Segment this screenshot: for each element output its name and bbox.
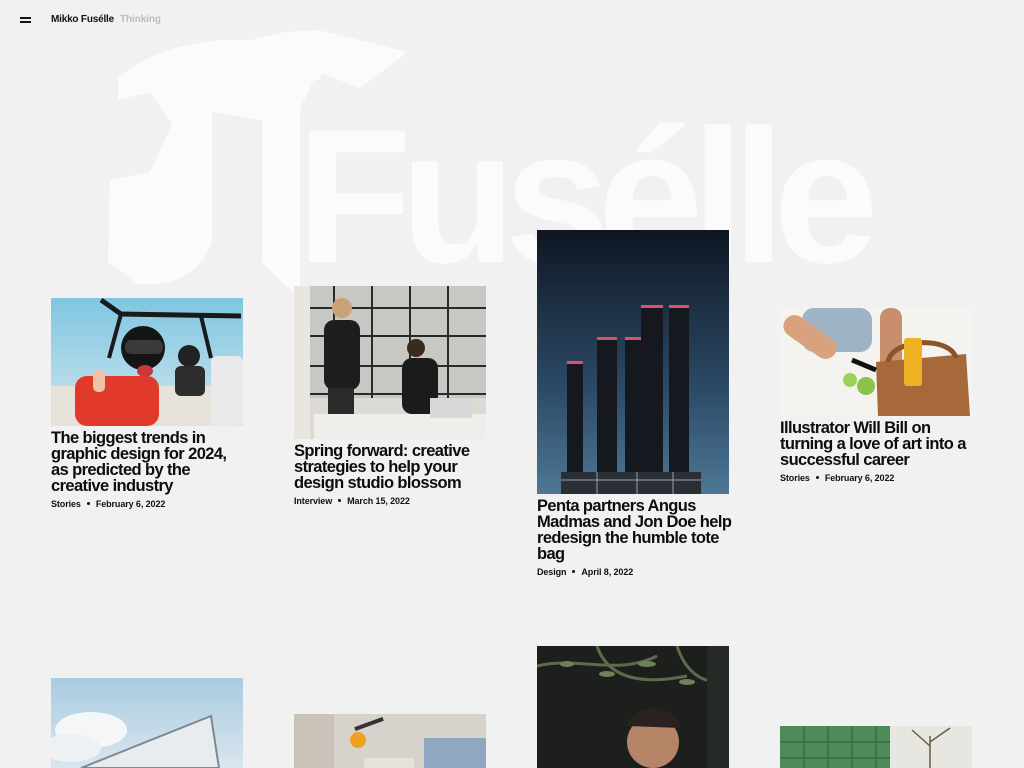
article-date: February 6, 2022 (95, 499, 166, 509)
article-image[interactable] (51, 298, 243, 426)
article-image[interactable] (294, 714, 486, 768)
article-card[interactable] (537, 646, 729, 768)
article-image[interactable] (537, 646, 729, 768)
article-meta: Design April 8, 2022 (537, 567, 733, 577)
article-category[interactable]: Design (537, 567, 567, 577)
article-meta: Stories February 6, 2022 (51, 499, 247, 509)
hero-wordmark: Fusélle (0, 0, 1024, 330)
article-card[interactable]: The biggest trends in graphic design for… (51, 298, 247, 509)
separator-dot (338, 499, 342, 503)
separator-dot (86, 502, 90, 506)
top-bar: Mikko Fusélle Thinking (0, 0, 1024, 40)
article-meta: Interview March 15, 2022 (294, 496, 490, 506)
article-image[interactable] (780, 308, 972, 416)
article-title[interactable]: Spring forward: creative strategies to h… (294, 443, 490, 492)
article-card[interactable] (780, 726, 972, 768)
article-title[interactable]: The biggest trends in graphic design for… (51, 430, 247, 495)
article-date: April 8, 2022 (581, 567, 634, 577)
article-image[interactable] (51, 678, 243, 768)
hamburger-icon[interactable] (20, 13, 32, 23)
article-card[interactable]: Illustrator Will Bill on turning a love … (780, 308, 976, 483)
article-card[interactable]: Spring forward: creative strategies to h… (294, 286, 490, 506)
article-card[interactable] (51, 678, 243, 768)
site-name[interactable]: Mikko Fusélle (51, 14, 114, 25)
separator-dot (815, 476, 819, 480)
section-label[interactable]: Thinking (120, 14, 161, 25)
article-image[interactable] (780, 726, 972, 768)
article-date: March 15, 2022 (347, 496, 410, 506)
wordmark-graphic: Fusélle (108, 30, 885, 303)
article-title[interactable]: Penta partners Angus Madmas and Jon Doe … (537, 498, 733, 563)
article-category[interactable]: Interview (294, 496, 332, 506)
article-meta: Stories February 6, 2022 (780, 473, 976, 483)
article-card[interactable] (294, 714, 486, 768)
article-image[interactable] (294, 286, 486, 439)
separator-dot (572, 570, 576, 574)
article-image[interactable] (537, 230, 729, 494)
article-date: February 6, 2022 (824, 473, 895, 483)
article-card[interactable]: Penta partners Angus Madmas and Jon Doe … (537, 230, 733, 577)
article-category[interactable]: Stories (51, 499, 81, 509)
article-title[interactable]: Illustrator Will Bill on turning a love … (780, 420, 976, 469)
article-category[interactable]: Stories (780, 473, 810, 483)
